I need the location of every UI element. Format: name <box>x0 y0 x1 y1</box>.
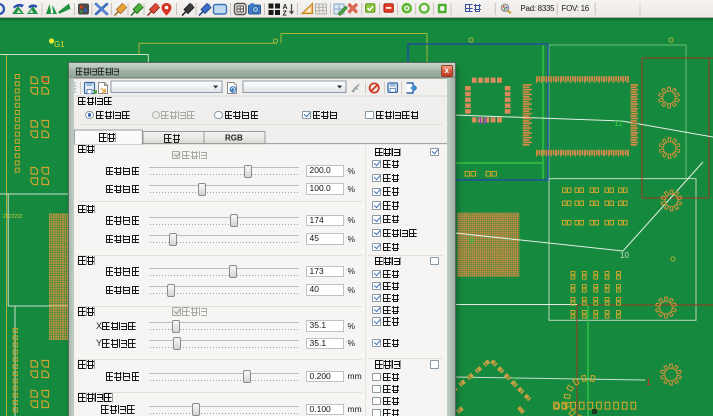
svg-text:2222222: 2222222 <box>3 214 23 220</box>
svg-text:G1: G1 <box>54 40 65 49</box>
svg-text:12: 12 <box>614 119 623 128</box>
svg-text:13: 13 <box>478 117 487 126</box>
svg-text:10: 10 <box>620 251 629 260</box>
svg-text:9: 9 <box>469 236 474 245</box>
svg-text:1: 1 <box>646 377 651 387</box>
